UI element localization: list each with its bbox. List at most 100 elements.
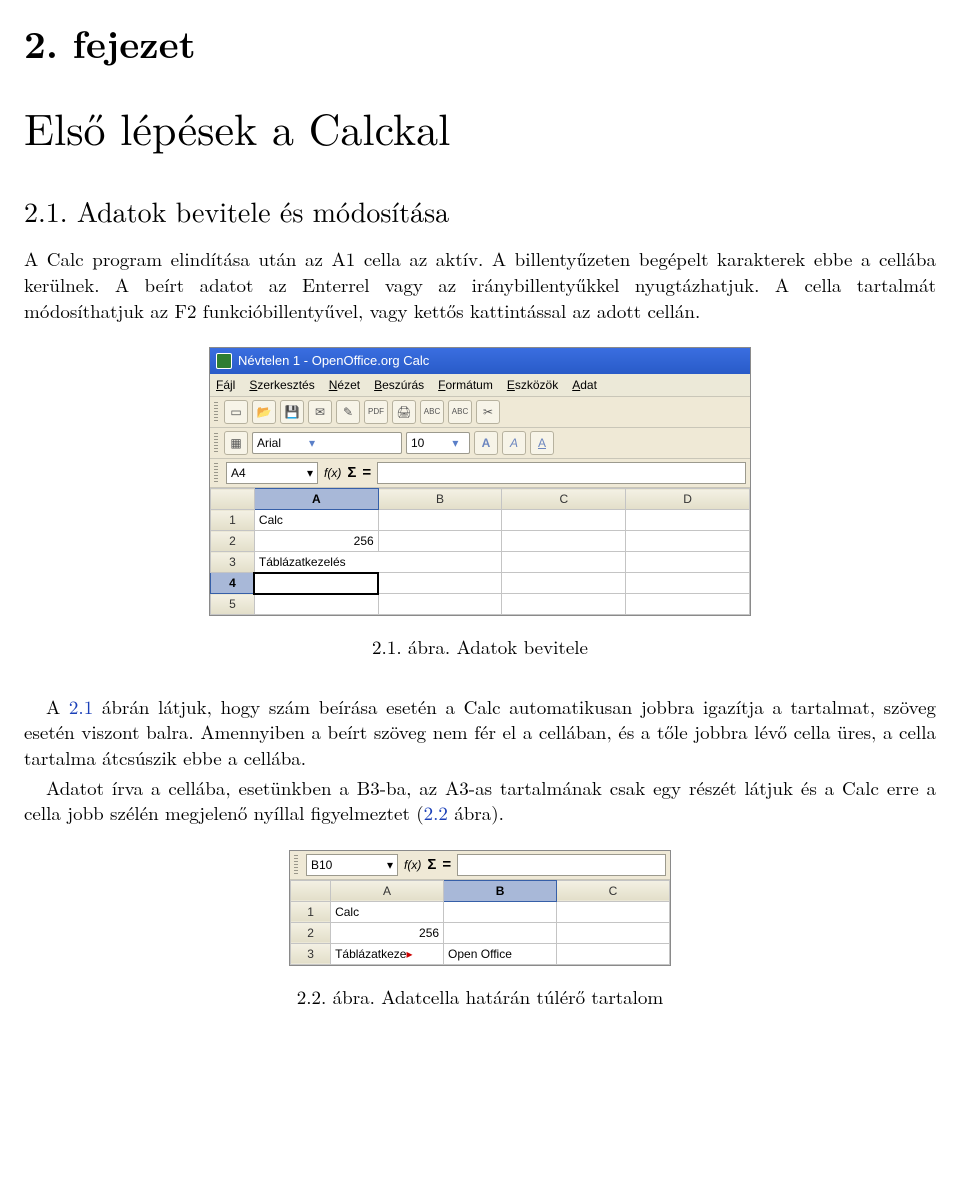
toolbar-grip-icon[interactable] xyxy=(214,433,218,453)
chevron-down-icon: ▾ xyxy=(307,465,313,481)
app-icon xyxy=(216,353,232,369)
standard-toolbar: ▭ 📂 💾 ✉ ✎ PDF 🖨 ABC ABC ✂ xyxy=(210,397,750,428)
toolbar-grip-icon[interactable] xyxy=(214,463,218,483)
cell[interactable] xyxy=(502,594,626,615)
cell[interactable] xyxy=(444,901,557,922)
font-name-select[interactable]: Arial ▾ xyxy=(252,432,402,454)
row-header[interactable]: 5 xyxy=(211,594,255,615)
underline-icon[interactable]: A xyxy=(530,431,554,455)
cell[interactable] xyxy=(626,594,750,615)
cell[interactable] xyxy=(557,901,670,922)
toolbar-grip-icon[interactable] xyxy=(294,855,298,875)
active-cell[interactable] xyxy=(254,573,378,594)
print-icon[interactable]: 🖨 xyxy=(392,400,416,424)
cell[interactable]: 256 xyxy=(254,531,378,552)
col-header-B[interactable]: B xyxy=(378,489,502,510)
cell[interactable] xyxy=(502,552,626,573)
sum-icon[interactable]: Σ xyxy=(427,855,436,875)
cell[interactable]: Táblázatkezelés xyxy=(254,552,502,573)
cell-text: Táblázatkeze xyxy=(335,947,406,961)
row-header[interactable]: 1 xyxy=(291,901,331,922)
cell[interactable] xyxy=(502,510,626,531)
cell[interactable] xyxy=(502,531,626,552)
menu-edit[interactable]: Szerkesztés xyxy=(249,377,314,393)
cell[interactable] xyxy=(557,922,670,943)
cell[interactable] xyxy=(626,573,750,594)
bold-icon[interactable]: A xyxy=(474,431,498,455)
cell[interactable] xyxy=(378,594,502,615)
row-header[interactable]: 3 xyxy=(211,552,255,573)
cell-reference: B10 xyxy=(311,857,332,873)
cell[interactable]: 256 xyxy=(331,922,444,943)
row-header[interactable]: 1 xyxy=(211,510,255,531)
row-header-selected[interactable]: 4 xyxy=(211,573,255,594)
menu-format[interactable]: Formátum xyxy=(438,377,493,393)
figure-ref-link[interactable]: 2.1 xyxy=(69,693,93,720)
name-box[interactable]: A4 ▾ xyxy=(226,462,318,484)
menu-view[interactable]: Nézet xyxy=(329,377,360,393)
equals-icon[interactable]: = xyxy=(442,855,451,875)
cell[interactable] xyxy=(502,573,626,594)
col-header-B[interactable]: B xyxy=(444,880,557,901)
cell[interactable] xyxy=(444,922,557,943)
corner-header[interactable] xyxy=(291,880,331,901)
cell[interactable] xyxy=(626,531,750,552)
col-header-D[interactable]: D xyxy=(626,489,750,510)
cell[interactable]: Calc xyxy=(254,510,378,531)
calc-window-crop: B10 ▾ f(x) Σ = A B C 1 Calc 2 25 xyxy=(289,850,671,966)
corner-header[interactable] xyxy=(211,489,255,510)
function-wizard-icon[interactable]: f(x) xyxy=(404,857,421,873)
chevron-down-icon: ▾ xyxy=(309,435,315,451)
cell[interactable]: Open Office xyxy=(444,943,557,964)
equals-icon[interactable]: = xyxy=(362,463,371,483)
edit-doc-icon[interactable]: ✎ xyxy=(336,400,360,424)
cell[interactable] xyxy=(626,510,750,531)
cell[interactable] xyxy=(378,531,502,552)
new-doc-icon[interactable]: ▭ xyxy=(224,400,248,424)
cell[interactable] xyxy=(626,552,750,573)
figure-1-caption: 2.1. ábra. Adatok bevitele xyxy=(24,634,936,660)
format-toolbar: ▦ Arial ▾ 10 ▾ A A A xyxy=(210,428,750,459)
formula-bar: B10 ▾ f(x) Σ = xyxy=(290,851,670,880)
cut-icon[interactable]: ✂ xyxy=(476,400,500,424)
paragraph-3: Adatot írva a cellába, esetünkben a B3-b… xyxy=(24,775,936,826)
col-header-C[interactable]: C xyxy=(502,489,626,510)
cell-truncated[interactable]: Táblázatkeze▸ xyxy=(331,943,444,964)
name-box[interactable]: B10 ▾ xyxy=(306,854,398,876)
menu-insert[interactable]: Beszúrás xyxy=(374,377,424,393)
figure-ref-link[interactable]: 2.2 xyxy=(424,799,448,826)
styles-icon[interactable]: ▦ xyxy=(224,431,248,455)
cell[interactable]: Calc xyxy=(331,901,444,922)
col-header-A[interactable]: A xyxy=(331,880,444,901)
cell[interactable] xyxy=(254,594,378,615)
cell[interactable] xyxy=(557,943,670,964)
row-header[interactable]: 2 xyxy=(291,922,331,943)
paragraph-2: A 2.1 ábrán látjuk, hogy szám beírása es… xyxy=(24,694,936,771)
sum-icon[interactable]: Σ xyxy=(347,463,356,483)
cell[interactable] xyxy=(378,573,502,594)
row-header[interactable]: 3 xyxy=(291,943,331,964)
col-header-C[interactable]: C xyxy=(557,880,670,901)
formula-input[interactable] xyxy=(457,854,666,876)
font-size-select[interactable]: 10 ▾ xyxy=(406,432,470,454)
spreadsheet-grid[interactable]: A B C D 1 Calc 2 256 3 Táblázatk xyxy=(210,488,750,615)
toolbar-grip-icon[interactable] xyxy=(214,402,218,422)
spellcheck-icon[interactable]: ABC xyxy=(420,400,444,424)
menu-data[interactable]: Adat xyxy=(572,377,597,393)
calc-window: Névtelen 1 - OpenOffice.org Calc Fájl Sz… xyxy=(209,347,751,616)
row-header[interactable]: 2 xyxy=(211,531,255,552)
pdf-icon[interactable]: PDF xyxy=(364,400,388,424)
open-icon[interactable]: 📂 xyxy=(252,400,276,424)
function-wizard-icon[interactable]: f(x) xyxy=(324,465,341,481)
section-title: 2.1. Adatok bevitele és módosítása xyxy=(24,193,936,231)
italic-icon[interactable]: A xyxy=(502,431,526,455)
menu-file[interactable]: Fájl xyxy=(216,377,235,393)
mail-icon[interactable]: ✉ xyxy=(308,400,332,424)
cell[interactable] xyxy=(378,510,502,531)
auto-spellcheck-icon[interactable]: ABC xyxy=(448,400,472,424)
spreadsheet-grid[interactable]: A B C 1 Calc 2 256 3 Táblázatkeze▸ xyxy=(290,880,670,965)
formula-input[interactable] xyxy=(377,462,746,484)
menu-tools[interactable]: Eszközök xyxy=(507,377,558,393)
col-header-A[interactable]: A xyxy=(254,489,378,510)
save-icon[interactable]: 💾 xyxy=(280,400,304,424)
